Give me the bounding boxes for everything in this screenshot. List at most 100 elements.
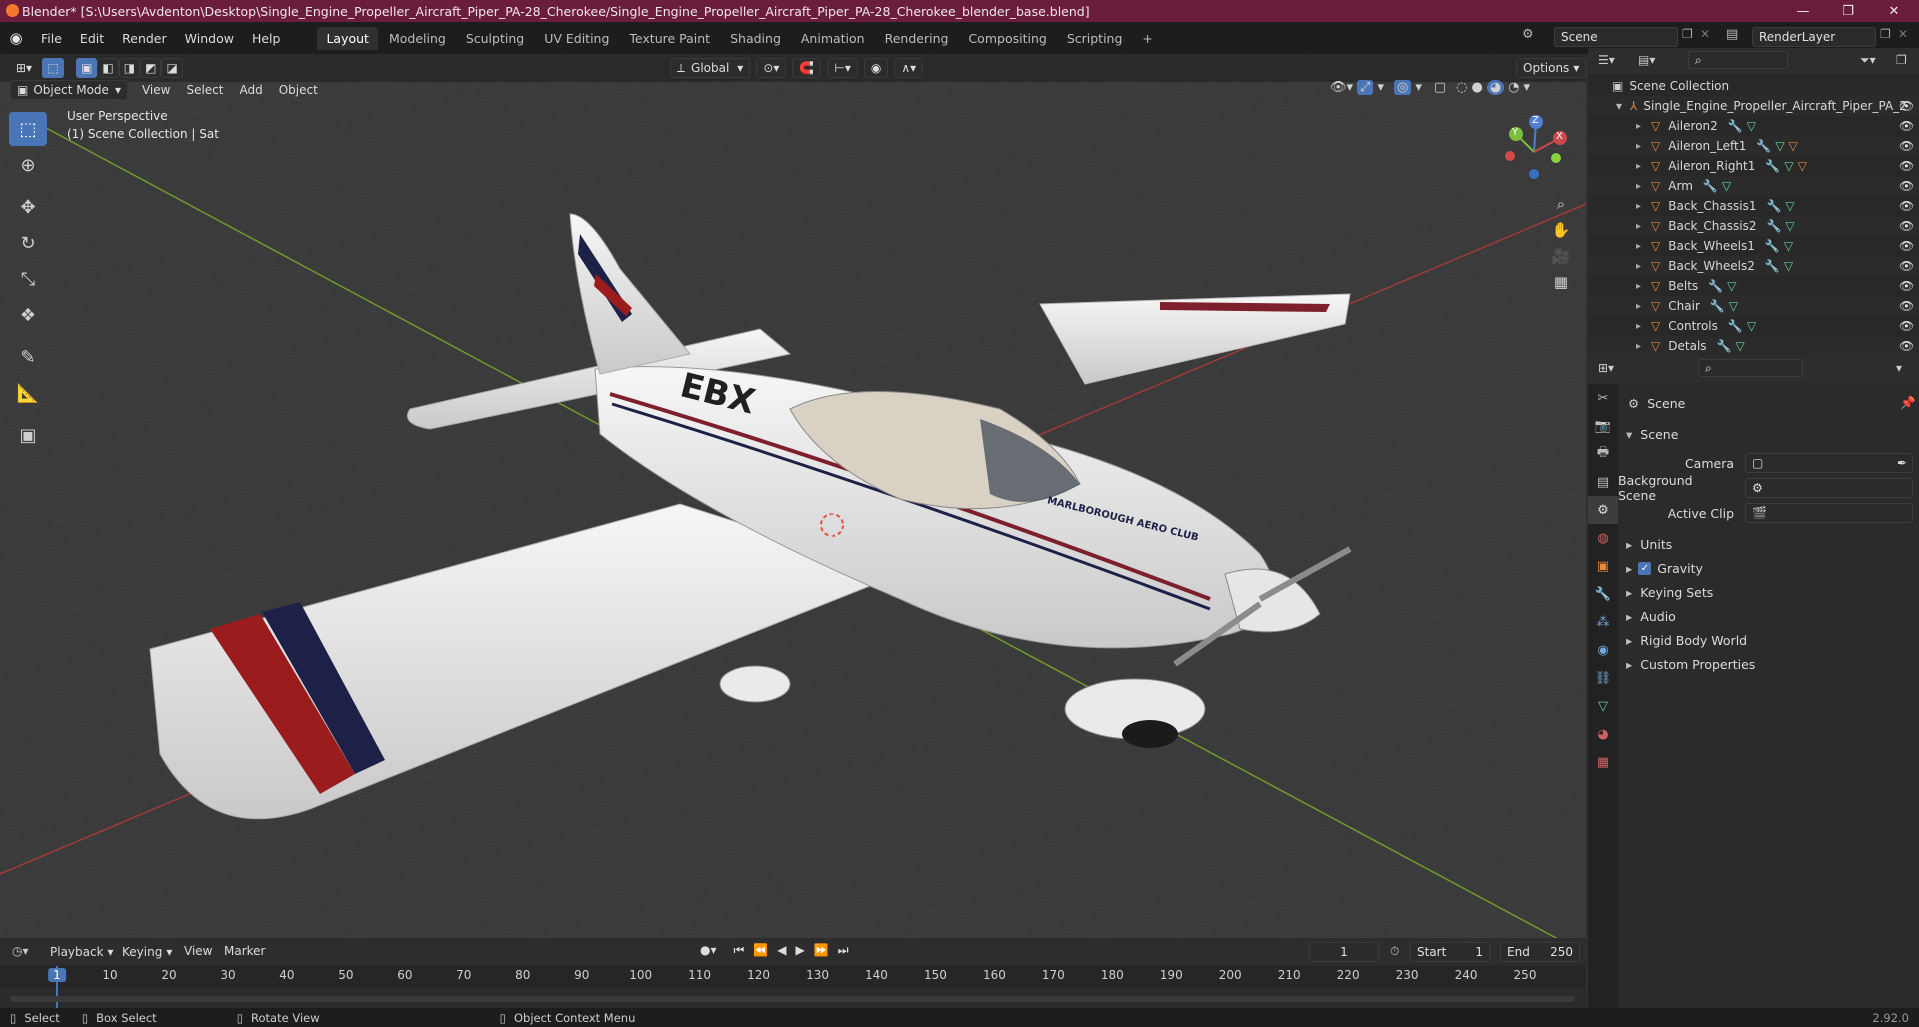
close-button[interactable]: ✕ xyxy=(1872,0,1916,22)
texture-tab-icon[interactable]: ▦ xyxy=(1588,748,1618,776)
navigation-gizmo[interactable]: Z Y X xyxy=(1498,112,1578,192)
scene-section-header[interactable]: ▾ Scene xyxy=(1618,423,1919,445)
jump-end-icon[interactable]: ⏭ xyxy=(838,943,849,958)
custom-properties-section-header[interactable]: ▸ Custom Properties xyxy=(1618,653,1919,675)
outliner-object-row[interactable]: ▸ ▽ Belts 🔧 ▽ 👁 xyxy=(1588,276,1919,296)
options-dropdown[interactable]: Options ▾ xyxy=(1516,58,1587,78)
tab-modeling[interactable]: Modeling xyxy=(380,27,455,50)
eyedropper-icon[interactable]: ✒ xyxy=(1897,456,1907,470)
eye-icon[interactable]: 👁 xyxy=(1899,139,1914,153)
chevron-down-icon[interactable]: ▾ xyxy=(1415,80,1422,95)
modifier-icon[interactable]: 🔧 xyxy=(1708,279,1723,293)
view-layer-tab-icon[interactable]: ▤ xyxy=(1588,468,1618,496)
eye-icon[interactable]: 👁 xyxy=(1899,219,1914,233)
start-frame-field[interactable]: Start 1 xyxy=(1410,942,1490,962)
filter-icon[interactable]: ⏷▾ xyxy=(1860,53,1876,68)
outliner-object-row[interactable]: ▸ ▽ Aileron_Left1 🔧 ▽ ▽ 👁 xyxy=(1588,136,1919,156)
eye-icon[interactable]: 👁 xyxy=(1899,259,1914,273)
modifier-icon[interactable]: 🔧 xyxy=(1765,259,1780,273)
eye-icon[interactable]: 👁 xyxy=(1899,119,1914,133)
modifier-tab-icon[interactable]: 🔧 xyxy=(1588,580,1618,608)
gizmo-toggle-icon[interactable]: ⤢ xyxy=(1357,80,1374,95)
menu-window[interactable]: Window xyxy=(176,31,243,46)
gravity-checkbox[interactable]: ✓ xyxy=(1638,561,1652,575)
material-data-icon[interactable]: ▽ xyxy=(1789,139,1798,153)
modifier-icon[interactable]: 🔧 xyxy=(1728,319,1743,333)
delete-scene-icon[interactable]: ✕ xyxy=(1700,27,1710,41)
solid-shading-icon[interactable]: ● xyxy=(1471,80,1482,95)
tab-animation[interactable]: Animation xyxy=(792,27,874,50)
menu-file[interactable]: File xyxy=(32,31,71,46)
wireframe-shading-icon[interactable]: ◌ xyxy=(1456,80,1467,95)
eye-icon[interactable]: 👁 xyxy=(1899,199,1914,213)
new-view-layer-icon[interactable]: ❐ xyxy=(1880,27,1891,41)
world-tab-icon[interactable]: ◍ xyxy=(1588,524,1618,552)
rendered-shading-icon[interactable]: ◔ xyxy=(1508,80,1519,95)
physics-tab-icon[interactable]: ◉ xyxy=(1588,636,1618,664)
camera-field[interactable]: ▢ ✒ xyxy=(1745,453,1913,473)
tool-select-icon[interactable]: ⬚ xyxy=(42,58,65,78)
outliner-object-row[interactable]: ▸ ▽ Controls 🔧 ▽ 👁 xyxy=(1588,316,1919,336)
eye-icon[interactable]: 👁 xyxy=(1899,339,1914,353)
play-reverse-icon[interactable]: ◀ xyxy=(777,943,786,958)
outliner-object-row[interactable]: ▸ ▽ Aileron2 🔧 ▽ 👁 xyxy=(1588,116,1919,136)
scene-name-field[interactable]: Scene xyxy=(1554,27,1678,47)
gravity-section-header[interactable]: ▸ ✓ Gravity xyxy=(1618,557,1919,579)
record-icon[interactable]: ●▾ xyxy=(700,943,717,958)
outliner-object-row[interactable]: ▸ ▽ Back_Chassis2 🔧 ▽ 👁 xyxy=(1588,216,1919,236)
chevron-down-icon[interactable]: ▾ xyxy=(1524,80,1531,95)
new-scene-icon[interactable]: ❐ xyxy=(1682,27,1693,41)
playback-menu[interactable]: Playback ▾ xyxy=(44,942,120,962)
eye-icon[interactable]: 👁 xyxy=(1899,99,1914,113)
timeline-marker-menu[interactable]: Marker xyxy=(216,944,273,958)
expand-chevron-icon[interactable]: ▸ xyxy=(1636,161,1641,172)
modifier-icon[interactable]: 🔧 xyxy=(1717,339,1732,353)
select-mode-new-icon[interactable]: ▣ xyxy=(76,58,98,78)
zoom-icon[interactable]: ⌕ xyxy=(1548,191,1574,217)
tab-layout[interactable]: Layout xyxy=(317,26,378,50)
keying-sets-section-header[interactable]: ▸ Keying Sets xyxy=(1618,581,1919,603)
overlays-toggle-icon[interactable]: ◎ xyxy=(1393,80,1412,95)
render-tab-icon[interactable]: 📷 xyxy=(1588,412,1618,440)
menu-select[interactable]: Select xyxy=(178,83,231,97)
timeline-scrollbar[interactable] xyxy=(10,996,1575,1002)
material-shading-icon[interactable]: ◕ xyxy=(1486,80,1505,95)
select-mode-intersect-icon[interactable]: ◪ xyxy=(161,58,183,78)
jump-start-icon[interactable]: ⏮ xyxy=(734,943,745,958)
particles-tab-icon[interactable]: ⁂ xyxy=(1588,608,1618,636)
transform-orientation-dropdown[interactable]: ⟂ Global ▾ xyxy=(670,58,751,78)
expand-chevron-icon[interactable]: ▸ xyxy=(1636,301,1641,312)
timeline-editor-type-icon[interactable]: ◷▾ xyxy=(12,944,29,958)
modifier-icon[interactable]: 🔧 xyxy=(1728,119,1743,133)
units-section-header[interactable]: ▸ Units xyxy=(1618,533,1919,555)
scene-selector-icon[interactable]: ⚙ xyxy=(1522,27,1534,42)
mesh-data-icon[interactable]: ▽ xyxy=(1785,219,1794,233)
object-mode-dropdown[interactable]: ▣ Object Mode ▾ xyxy=(10,80,128,100)
menu-render[interactable]: Render xyxy=(113,31,176,46)
outliner-object-row[interactable]: ▸ ▽ Chair 🔧 ▽ 👁 xyxy=(1588,296,1919,316)
cursor-tool-icon[interactable]: ⊕ xyxy=(9,148,47,182)
properties-search-input[interactable]: ⌕ xyxy=(1698,359,1803,377)
outliner-object-row[interactable]: ▸ ▽ Detals 🔧 ▽ 👁 xyxy=(1588,336,1919,356)
modifier-icon[interactable]: 🔧 xyxy=(1766,199,1781,213)
material-tab-icon[interactable]: ◕ xyxy=(1588,720,1618,748)
outliner-object-row[interactable]: ▸ ▽ Arm 🔧 ▽ 👁 xyxy=(1588,176,1919,196)
material-data-icon[interactable]: ▽ xyxy=(1798,159,1807,173)
chevron-down-icon[interactable]: ▾ xyxy=(1896,361,1902,375)
expand-chevron-icon[interactable]: ▸ xyxy=(1636,221,1641,232)
tab-scripting[interactable]: Scripting xyxy=(1058,27,1132,50)
xray-toggle-icon[interactable]: ▢ xyxy=(1434,80,1446,95)
outliner-search-input[interactable]: ⌕ xyxy=(1688,51,1788,69)
tool-tab-icon[interactable]: ✂ xyxy=(1588,384,1618,412)
outliner-object-row[interactable]: ▸ ▽ Back_Chassis1 🔧 ▽ 👁 xyxy=(1588,196,1919,216)
outliner-object-row[interactable]: ▸ ▽ Aileron_Right1 🔧 ▽ ▽ 👁 xyxy=(1588,156,1919,176)
select-box-tool-icon[interactable]: ⬚ xyxy=(9,112,47,146)
move-tool-icon[interactable]: ✥ xyxy=(9,190,47,224)
object-tab-icon[interactable]: ▣ xyxy=(1588,552,1618,580)
jump-keyframe-forward-icon[interactable]: ⏩ xyxy=(814,943,829,958)
mesh-data-icon[interactable]: ▽ xyxy=(1736,339,1745,353)
add-workspace-button[interactable]: + xyxy=(1133,27,1161,50)
add-cube-tool-icon[interactable]: ▣ xyxy=(9,418,47,452)
measure-tool-icon[interactable]: 📐 xyxy=(9,376,47,410)
falloff-icon[interactable]: ∧▾ xyxy=(894,58,924,78)
